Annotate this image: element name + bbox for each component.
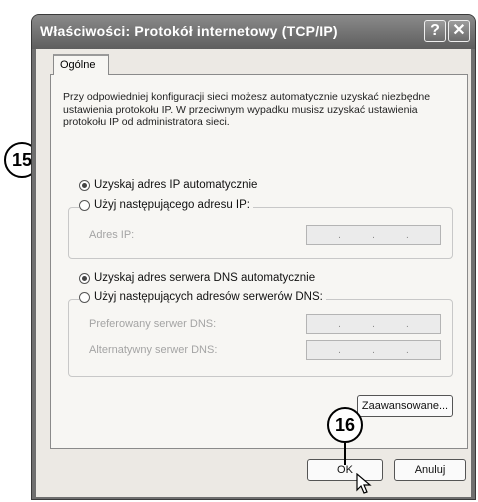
- close-button[interactable]: ✕: [448, 20, 470, 42]
- radio-ip-manual-indicator[interactable]: [79, 199, 90, 211]
- radio-ip-manual-label: Użyj następującego adresu IP:: [94, 199, 250, 211]
- advanced-button[interactable]: Zaawansowane...: [357, 395, 453, 417]
- ip-dot-3: .: [406, 229, 409, 241]
- callout-16: 16: [327, 407, 363, 443]
- radio-ip-auto[interactable]: Uzyskaj adres IP automatycznie: [79, 179, 257, 191]
- radio-dns-auto-label: Uzyskaj adres serwera DNS automatycznie: [94, 272, 316, 284]
- cancel-button[interactable]: Anuluj: [394, 459, 466, 481]
- radio-ip-auto-label: Uzyskaj adres IP automatycznie: [94, 179, 258, 191]
- ip-address-label: Adres IP:: [89, 229, 135, 241]
- callout-16-leader: [344, 443, 346, 465]
- dns2-dot-1: .: [338, 344, 341, 356]
- dialog-client: Przy odpowiedniej konfiguracji sieci moż…: [36, 49, 471, 497]
- dialog-window: Właściwości: Protokół internetowy (TCP/I…: [31, 14, 476, 500]
- dns1-dot-3: .: [406, 318, 409, 330]
- radio-ip-manual[interactable]: Użyj następującego adresu IP:: [79, 199, 253, 211]
- ip-dot-1: .: [338, 229, 341, 241]
- preferred-dns-field[interactable]: ...: [306, 314, 441, 334]
- radio-dns-manual[interactable]: Użyj następujących adresów serwerów DNS:: [79, 291, 326, 303]
- title-bar[interactable]: Właściwości: Protokół internetowy (TCP/I…: [32, 15, 475, 49]
- radio-dns-auto-indicator[interactable]: [79, 272, 90, 284]
- dns-group: [68, 299, 453, 377]
- radio-dns-auto[interactable]: Uzyskaj adres serwera DNS automatycznie: [79, 272, 315, 284]
- dns1-dot-1: .: [338, 318, 341, 330]
- description-text: Przy odpowiedniej konfiguracji sieci moż…: [63, 91, 431, 128]
- radio-dns-manual-label: Użyj następujących adresów serwerów DNS:: [94, 291, 323, 303]
- ip-dot-2: .: [372, 229, 375, 241]
- radio-dns-manual-indicator[interactable]: [79, 291, 90, 303]
- mouse-cursor-icon: [356, 473, 372, 494]
- help-button[interactable]: ?: [424, 20, 446, 42]
- dns1-dot-2: .: [372, 318, 375, 330]
- tab-panel-general: Przy odpowiedniej konfiguracji sieci moż…: [50, 74, 468, 449]
- dns2-dot-2: .: [372, 344, 375, 356]
- tab-general[interactable]: Ogólne: [53, 54, 109, 75]
- window-title: Właściwości: Protokół internetowy (TCP/I…: [40, 23, 338, 39]
- radio-ip-auto-indicator[interactable]: [79, 179, 90, 191]
- alternate-dns-field[interactable]: ...: [306, 340, 441, 360]
- dns2-dot-3: .: [406, 344, 409, 356]
- preferred-dns-label: Preferowany serwer DNS:: [89, 318, 217, 330]
- alternate-dns-label: Alternatywny serwer DNS:: [89, 344, 218, 356]
- ip-address-field[interactable]: ...: [306, 225, 441, 245]
